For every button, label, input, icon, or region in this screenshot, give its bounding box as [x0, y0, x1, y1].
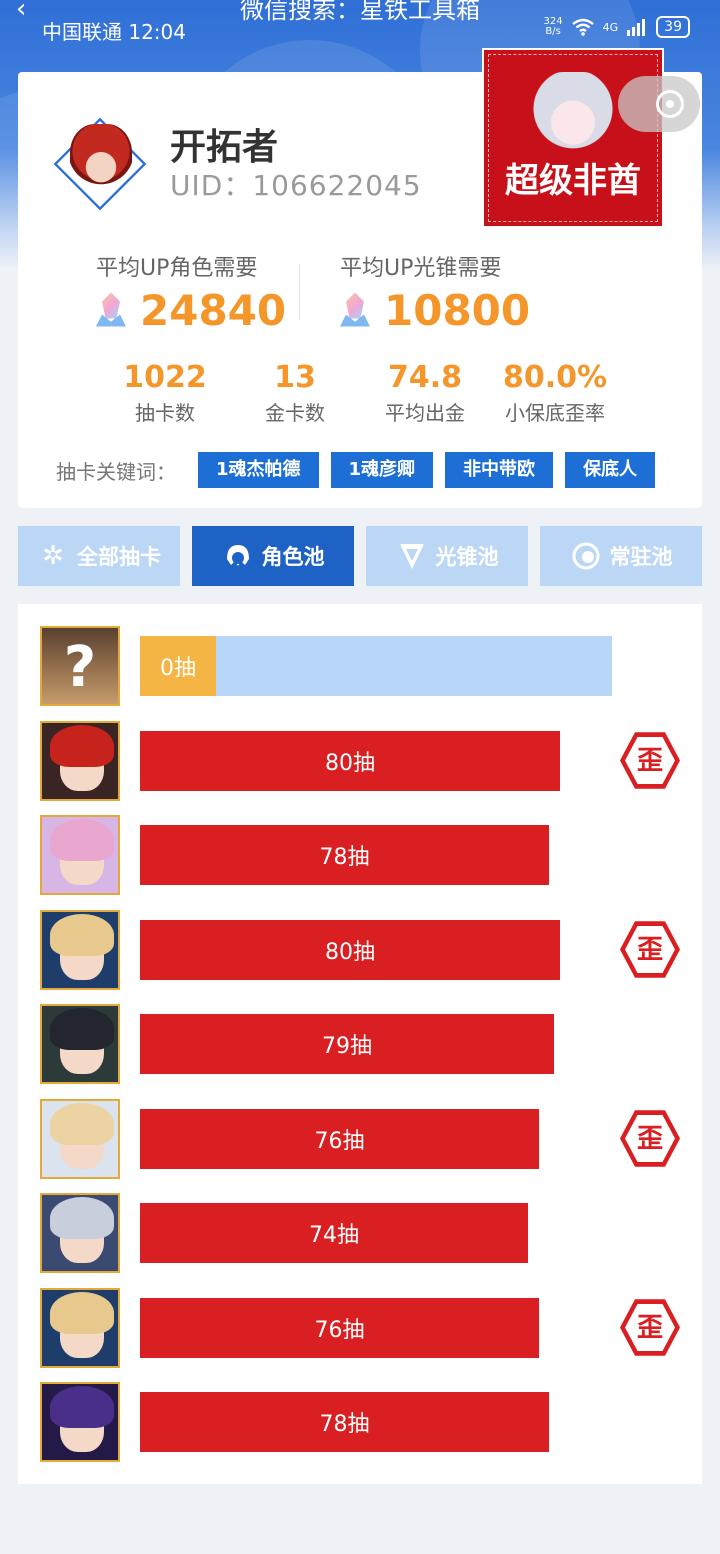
- pull-row[interactable]: 78抽: [40, 1382, 680, 1462]
- character-icon: [222, 540, 254, 572]
- pull-bar-track: 78抽: [140, 1392, 612, 1452]
- pull-bar-track: 76抽: [140, 1108, 612, 1169]
- pull-count-bar: 76抽: [140, 1297, 539, 1358]
- keyword-row: 抽卡关键词： 1魂杰帕德 1魂彦卿 非中带欧 保底人: [56, 452, 667, 488]
- pull-bar-track: 74抽: [140, 1203, 612, 1263]
- keywords-label: 抽卡关键词：: [56, 459, 176, 484]
- pull-bar-track: 0抽: [140, 636, 612, 696]
- stat-avg-gold: 74.8 平均出金: [385, 360, 465, 425]
- rating-badge: 超级非酋: [482, 48, 664, 228]
- character-portrait: [40, 1287, 120, 1368]
- tab-character-pool[interactable]: 角色池: [192, 526, 354, 586]
- character-portrait: [40, 1004, 120, 1084]
- carrier-time: 中国联通 12:04: [42, 20, 186, 44]
- stellar-jade-icon: [340, 293, 370, 329]
- character-portrait: [40, 909, 120, 990]
- pull-count-bar: 76抽: [140, 1108, 539, 1169]
- keyword-tag[interactable]: 1魂杰帕德: [198, 452, 319, 488]
- stat-5050-loss-rate: 80.0% 小保底歪率: [502, 360, 608, 425]
- sparkle-icon: ✲: [42, 541, 64, 571]
- avg-up-character-value: 24840: [140, 286, 287, 335]
- pull-bar-track: 76抽: [140, 1297, 612, 1358]
- keyword-tag[interactable]: 保底人: [565, 452, 656, 488]
- stellar-jade-icon: [96, 293, 126, 329]
- player-name: 开拓者: [170, 127, 279, 168]
- pull-bar-track: 79抽: [140, 1014, 612, 1074]
- avg-up-lightcone: 平均UP光锥需要 10800: [340, 256, 531, 335]
- pull-count-bar: 78抽: [140, 825, 549, 885]
- pull-bar-track: 80抽: [140, 730, 612, 791]
- chibi-mascot-icon: [528, 72, 618, 164]
- pull-row[interactable]: 76抽 歪: [40, 1098, 680, 1179]
- pull-history-list: ? 0抽 80抽歪 78抽 80抽歪 79抽 76抽歪 74抽 76抽歪 78抽: [18, 604, 702, 1484]
- divider: [299, 264, 300, 320]
- keyword-tag[interactable]: 非中带欧: [445, 452, 554, 488]
- mini-program-capsule[interactable]: [618, 76, 700, 132]
- tab-lightcone-pool[interactable]: 光锥池: [366, 526, 528, 586]
- pull-row[interactable]: 74抽: [40, 1193, 680, 1273]
- lightcone-icon: [396, 540, 428, 572]
- stat-gold-count: 13 金卡数: [265, 360, 325, 425]
- pull-row[interactable]: ? 0抽: [40, 626, 680, 706]
- rating-badge-text: 超级非酋: [505, 161, 641, 201]
- character-portrait: [40, 720, 120, 801]
- stat-total-pulls: 1022 抽卡数: [123, 360, 207, 425]
- pull-count-bar: 78抽: [140, 1392, 549, 1452]
- signal-icon: [627, 19, 646, 36]
- lost-5050-badge-icon: 歪: [620, 1109, 680, 1169]
- pull-count-bar: 74抽: [140, 1203, 528, 1263]
- lost-5050-badge-icon: 歪: [620, 1298, 680, 1358]
- question-mark-icon: ?: [63, 635, 97, 700]
- pull-bar-track: 80抽: [140, 919, 612, 980]
- network-type: 4G: [602, 20, 619, 34]
- pull-count-label: 0抽: [140, 636, 216, 696]
- lost-5050-badge-icon: 歪: [620, 731, 680, 791]
- pull-row[interactable]: 76抽 歪: [40, 1287, 680, 1368]
- pull-row[interactable]: 78抽: [40, 815, 680, 895]
- pull-count-bar: 80抽: [140, 919, 560, 980]
- pull-count-bar: 80抽: [140, 730, 560, 791]
- pool-tabs: ✲ 全部抽卡 角色池 光锥池 常驻池: [18, 526, 702, 586]
- character-portrait: [40, 815, 120, 895]
- close-target-icon[interactable]: [656, 90, 684, 118]
- character-portrait: [40, 1098, 120, 1179]
- unknown-character-portrait: ?: [40, 626, 120, 706]
- standard-icon: [570, 540, 602, 572]
- avatar: [53, 117, 147, 211]
- pull-count-bar: 79抽: [140, 1014, 554, 1074]
- status-bar: 中国联通 12:04 324 B/s 4G 39: [42, 14, 690, 44]
- keyword-tag[interactable]: 1魂彦卿: [330, 452, 434, 488]
- tab-all-pulls[interactable]: ✲ 全部抽卡: [18, 526, 180, 586]
- net-speed: 324 B/s: [543, 16, 563, 37]
- pull-bar-track: 78抽: [140, 825, 612, 885]
- avg-up-character: 平均UP角色需要 24840: [96, 256, 287, 335]
- avg-up-lightcone-value: 10800: [384, 286, 531, 335]
- character-portrait: [40, 1193, 120, 1273]
- profile-card: 开拓者 UID：106622045 超级非酋 平均UP角色需要 24840 平均…: [18, 48, 702, 508]
- battery-indicator: 39: [656, 16, 690, 38]
- pull-row[interactable]: 80抽歪: [40, 909, 680, 990]
- pull-row[interactable]: 79抽: [40, 1004, 680, 1084]
- character-portrait: [40, 1382, 120, 1462]
- lost-5050-badge-icon: 歪: [620, 920, 680, 980]
- tab-standard-pool[interactable]: 常驻池: [540, 526, 702, 586]
- wifi-icon: [571, 18, 594, 36]
- pull-row[interactable]: 80抽歪: [40, 720, 680, 801]
- player-uid: UID：106622045: [170, 169, 422, 202]
